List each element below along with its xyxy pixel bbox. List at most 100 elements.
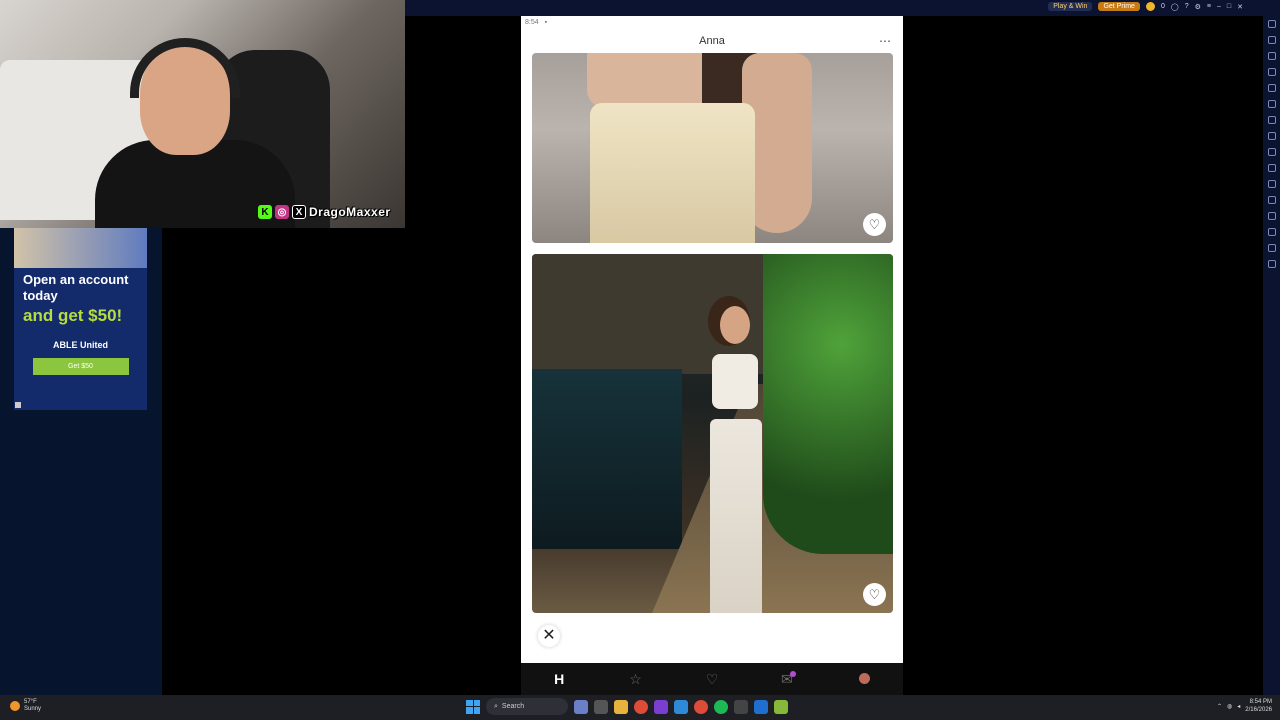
photo2-skirt <box>710 419 762 613</box>
flag-widget-icon[interactable] <box>574 699 588 714</box>
like-photo-2-button[interactable]: ♡ <box>863 583 886 606</box>
ad-image <box>14 228 147 268</box>
system-clock[interactable]: 8:54 PM 2/16/2026 <box>1245 698 1272 714</box>
coin-icon <box>1145 2 1155 11</box>
windows-taskbar: 57°F Sunny ⌕ Search ⌃ ◍ ◂ 8:54 PM 2/16/2… <box>0 695 1280 720</box>
photo2-top <box>712 354 758 409</box>
volume-tray-icon[interactable]: ◂ <box>1237 703 1240 710</box>
macro-icon[interactable] <box>1267 180 1276 188</box>
screen: K ◎ X DragoMaxxer Open an account today … <box>0 0 1280 720</box>
keyboard-icon[interactable] <box>1267 52 1276 60</box>
file-explorer-icon[interactable] <box>614 699 628 714</box>
location-icon[interactable] <box>1267 116 1276 124</box>
profile-photo-1[interactable]: ♡ <box>532 53 893 243</box>
profile-name: Anna <box>699 35 725 47</box>
windows-start-icon[interactable] <box>466 699 480 714</box>
nav-likes[interactable]: ♡ <box>697 671 727 688</box>
network-icon[interactable]: ◍ <box>1227 703 1232 710</box>
maximize-icon[interactable]: □ <box>1227 3 1231 10</box>
photo2-head <box>720 306 750 344</box>
ad-brand-logo: ABLE United <box>14 340 147 350</box>
dating-app-screen: 8:54 ▪ Anna ⋯ ♡ ♡ ✕ H ☆ ♡ ✉ <box>521 16 903 695</box>
fullscreen-icon[interactable] <box>1267 20 1276 28</box>
status-time: 8:54 <box>525 19 539 26</box>
volume-icon[interactable] <box>1267 36 1276 44</box>
ad-headline: Open an account today <box>23 272 129 303</box>
advertisement[interactable]: Open an account today and get $50! ABLE … <box>14 228 147 410</box>
more-tools-icon[interactable] <box>1267 260 1276 268</box>
nav-matches[interactable]: ✉ <box>773 670 803 688</box>
photo2-plants <box>763 254 893 554</box>
skip-profile-button[interactable]: ✕ <box>538 625 560 647</box>
taskbar-apps: ⌕ Search <box>466 698 788 715</box>
more-options-icon[interactable]: ⋯ <box>879 30 892 52</box>
gamepad-icon[interactable] <box>1267 68 1276 76</box>
folder-icon[interactable] <box>1267 212 1276 220</box>
settings-icon[interactable]: ⚙ <box>1195 3 1201 11</box>
headset-icon <box>130 38 240 98</box>
nav-standouts[interactable]: ☆ <box>621 671 651 688</box>
profile-header: Anna ⋯ <box>521 30 903 52</box>
chrome-icon[interactable] <box>634 699 648 714</box>
sync-icon[interactable] <box>1267 228 1276 236</box>
help-icon[interactable]: ? <box>1185 3 1189 10</box>
webcam-overlay: K ◎ X DragoMaxxer <box>0 0 405 228</box>
star-icon: ☆ <box>629 670 642 687</box>
menu-icon[interactable]: ≡ <box>1207 3 1211 10</box>
multi-instance-icon[interactable] <box>1267 196 1276 204</box>
minimize-icon[interactable]: – <box>1217 3 1221 10</box>
sun-icon <box>10 701 20 711</box>
clock-date: 2/16/2026 <box>1245 707 1272 713</box>
emulator-controls: Play & Win Get Prime 0 ◯ ? ⚙ ≡ – □ ✕ <box>1048 2 1243 11</box>
bottom-nav: H ☆ ♡ ✉ <box>521 663 903 695</box>
rotate-icon[interactable] <box>1267 84 1276 92</box>
nav-discover[interactable]: H <box>544 671 574 687</box>
hinge-home-icon: H <box>554 671 565 687</box>
record-icon[interactable] <box>1267 164 1276 172</box>
emulator-title-bar: Play & Win Get Prime 0 ◯ ? ⚙ ≡ – □ ✕ <box>405 0 1263 16</box>
play-win-button[interactable]: Play & Win <box>1048 2 1093 11</box>
app-icon-blue[interactable] <box>674 699 688 714</box>
chrome-icon-2[interactable] <box>694 699 708 714</box>
task-view-icon[interactable] <box>594 699 608 714</box>
ad-cta-button[interactable]: Get $50 <box>32 358 129 375</box>
shake-icon[interactable] <box>1267 100 1276 108</box>
ad-subline: and get $50! <box>23 306 123 325</box>
tray-overflow-icon[interactable]: ⌃ <box>1217 703 1222 710</box>
photo2-pool <box>532 369 682 549</box>
app-icon-blue-2[interactable] <box>754 699 768 714</box>
search-placeholder: Search <box>501 703 525 710</box>
streamer-handle: DragoMaxxer <box>309 205 391 219</box>
android-status-bar: 8:54 ▪ <box>521 16 903 30</box>
heart-icon: ♡ <box>705 670 719 687</box>
screenshot-icon[interactable] <box>1267 148 1276 156</box>
get-prime-button[interactable]: Get Prime <box>1098 2 1140 11</box>
streamer-tag: K ◎ X DragoMaxxer <box>258 205 391 219</box>
eco-mode-icon[interactable] <box>1267 244 1276 252</box>
emulator-app-icon[interactable] <box>774 699 788 714</box>
photo1-top <box>590 103 755 243</box>
ad-brand: ABLE United <box>53 340 108 350</box>
notification-icon: ▪ <box>544 19 548 26</box>
spotify-icon[interactable] <box>714 699 728 714</box>
left-panel-bg-lower <box>0 410 162 695</box>
search-icon: ⌕ <box>494 702 498 710</box>
weather-widget[interactable]: 57°F Sunny <box>10 699 41 713</box>
weather-temp: 57°F <box>24 699 37 705</box>
taskbar-search[interactable]: ⌕ Search <box>486 698 568 715</box>
profile-photo-2[interactable]: ♡ <box>532 254 893 613</box>
app-icon-dark[interactable] <box>734 699 748 714</box>
ad-choices-icon[interactable] <box>15 402 21 408</box>
account-icon[interactable]: ◯ <box>1171 3 1179 11</box>
nav-profile[interactable] <box>850 671 880 687</box>
x-icon: X <box>292 205 306 219</box>
profile-avatar-icon <box>859 673 871 684</box>
kick-icon: K <box>258 205 272 219</box>
clock-time: 8:54 PM <box>1249 699 1272 705</box>
like-photo-1-button[interactable]: ♡ <box>863 213 886 236</box>
instagram-icon: ◎ <box>275 205 289 219</box>
apk-icon[interactable] <box>1267 132 1276 140</box>
close-window-icon[interactable]: ✕ <box>1237 3 1243 11</box>
emulator-side-toolbar <box>1263 0 1280 695</box>
app-icon-purple[interactable] <box>654 699 668 714</box>
